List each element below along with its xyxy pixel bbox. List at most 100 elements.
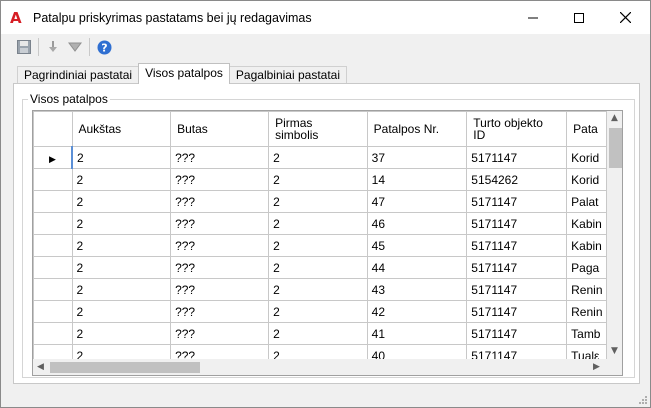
row-header[interactable]	[33, 278, 73, 301]
row-header[interactable]	[33, 168, 73, 191]
table-cell[interactable]: 2	[71, 256, 172, 279]
table-cell[interactable]: 5171147	[466, 300, 568, 323]
tab-pagalbiniai-pastatai[interactable]: Pagalbiniai pastatai	[228, 66, 347, 84]
table-row[interactable]: 2??? 2 43 5171147 Renin	[33, 278, 607, 301]
row-header[interactable]: ▶	[33, 146, 73, 169]
row-header[interactable]	[33, 234, 73, 257]
column-header-patalpos-nr[interactable]: Patalpos Nr.	[366, 111, 468, 147]
table-cell[interactable]: ???	[170, 278, 270, 301]
table-row[interactable]: 2??? 2 44 5171147 Paga	[33, 256, 607, 279]
vertical-scroll-thumb[interactable]	[609, 128, 622, 168]
table-cell[interactable]: Korid	[566, 168, 607, 191]
table-cell[interactable]: Kabin	[566, 212, 607, 235]
table-cell[interactable]: Paga	[566, 256, 607, 279]
table-cell[interactable]: 2	[71, 212, 172, 235]
table-row[interactable]: 2??? 2 46 5171147 Kabin	[33, 212, 607, 235]
table-cell[interactable]: ???	[170, 212, 270, 235]
table-cell[interactable]: 47	[366, 190, 468, 213]
scroll-up-icon[interactable]: ▲	[611, 113, 618, 123]
table-cell[interactable]: ???	[170, 256, 270, 279]
table-cell[interactable]: 2	[268, 300, 368, 323]
table-cell[interactable]: 2	[268, 168, 368, 191]
scroll-right-icon[interactable]: ▶	[593, 362, 600, 372]
table-cell[interactable]: 42	[366, 300, 468, 323]
scroll-left-icon[interactable]: ◀	[37, 362, 44, 372]
column-header-patalpos[interactable]: Pata	[566, 111, 607, 147]
table-cell[interactable]: 2	[268, 322, 368, 345]
row-header[interactable]	[33, 322, 73, 345]
table-cell[interactable]: 5171147	[466, 344, 568, 359]
save-button[interactable]	[13, 36, 35, 58]
table-cell[interactable]: 2	[71, 190, 172, 213]
close-button[interactable]	[602, 1, 648, 34]
table-cell[interactable]: 14	[366, 168, 468, 191]
row-header[interactable]	[33, 300, 73, 323]
tab-pagrindiniai-pastatai[interactable]: Pagrindiniai pastatai	[17, 66, 140, 84]
table-cell[interactable]: 2	[268, 212, 368, 235]
move-down-button[interactable]	[42, 36, 64, 58]
table-cell[interactable]: 45	[366, 234, 468, 257]
filter-button[interactable]	[64, 36, 86, 58]
table-cell[interactable]: 2	[71, 344, 172, 359]
table-cell[interactable]: 2	[268, 256, 368, 279]
table-row[interactable]: 2??? 2 14 5154262 Korid	[33, 168, 607, 191]
table-cell[interactable]: 2	[71, 322, 172, 345]
table-cell[interactable]: ???	[170, 234, 270, 257]
table-cell[interactable]: 2	[71, 234, 172, 257]
table-cell[interactable]: ???	[170, 146, 270, 169]
resize-grip-icon[interactable]	[638, 395, 648, 405]
table-row[interactable]: ▶ 2??? 2 37 5171147 Korid	[33, 146, 607, 169]
table-cell[interactable]: 2	[71, 300, 172, 323]
table-cell[interactable]: 2	[268, 344, 368, 359]
table-cell[interactable]: 40	[366, 344, 468, 359]
table-cell[interactable]: 5171147	[466, 212, 568, 235]
title-bar[interactable]: A Patalpu priskyrimas pastatams bei jų r…	[1, 1, 650, 34]
table-cell[interactable]: 5171147	[466, 190, 568, 213]
column-header-butas[interactable]: Butas	[170, 111, 270, 147]
table-cell[interactable]: Korid	[566, 146, 607, 169]
table-cell[interactable]: 44	[366, 256, 468, 279]
maximize-button[interactable]	[556, 1, 602, 34]
table-cell[interactable]: Tamb	[566, 322, 607, 345]
help-button[interactable]: ?	[93, 36, 115, 58]
column-header-pirmas-simbolis[interactable]: Pirmas simbolis	[268, 111, 368, 147]
scroll-down-icon[interactable]: ▼	[611, 346, 618, 356]
table-cell[interactable]: 41	[366, 322, 468, 345]
table-cell[interactable]: 2	[268, 278, 368, 301]
table-cell[interactable]: 46	[366, 212, 468, 235]
minimize-button[interactable]	[510, 1, 556, 34]
table-cell[interactable]: 2	[268, 234, 368, 257]
table-cell[interactable]: 5171147	[466, 146, 568, 169]
row-header[interactable]	[33, 212, 73, 235]
table-cell[interactable]: 2	[71, 168, 172, 191]
table-cell[interactable]: 2	[268, 146, 368, 169]
horizontal-scroll-thumb[interactable]	[50, 362, 200, 373]
table-cell[interactable]: 5171147	[466, 322, 568, 345]
table-cell[interactable]: ???	[170, 322, 270, 345]
table-row[interactable]: 2??? 2 41 5171147 Tamb	[33, 322, 607, 345]
table-cell[interactable]: ???	[170, 190, 270, 213]
table-cell[interactable]: ???	[170, 300, 270, 323]
horizontal-scrollbar[interactable]: ◀ ▶	[33, 359, 607, 375]
table-cell[interactable]: Palat	[566, 190, 607, 213]
tab-visos-patalpos[interactable]: Visos patalpos	[138, 63, 230, 84]
table-cell[interactable]: ???	[170, 344, 270, 359]
table-cell[interactable]: 37	[366, 146, 468, 169]
table-cell[interactable]: Renin	[566, 278, 607, 301]
table-row[interactable]: 2??? 2 47 5171147 Palat	[33, 190, 607, 213]
table-cell[interactable]: Renin	[566, 300, 607, 323]
row-header[interactable]	[33, 344, 73, 359]
column-header-turto-objekto-id[interactable]: Turto objekto ID	[466, 111, 568, 147]
table-row[interactable]: 2??? 2 45 5171147 Kabin	[33, 234, 607, 257]
data-grid[interactable]: Aukštas Butas Pirmas simbolis Patalpos Nr…	[32, 110, 623, 376]
row-header[interactable]	[33, 190, 73, 213]
table-cell[interactable]: 2	[71, 278, 172, 301]
table-cell[interactable]: ???	[170, 168, 270, 191]
table-cell[interactable]: 43	[366, 278, 468, 301]
table-cell[interactable]: 5154262	[466, 168, 568, 191]
table-cell[interactable]: Tualε	[566, 344, 607, 359]
row-header[interactable]	[33, 256, 73, 279]
table-cell[interactable]: 5171147	[466, 278, 568, 301]
table-cell[interactable]: Kabin	[566, 234, 607, 257]
table-cell[interactable]: 2	[71, 146, 172, 169]
